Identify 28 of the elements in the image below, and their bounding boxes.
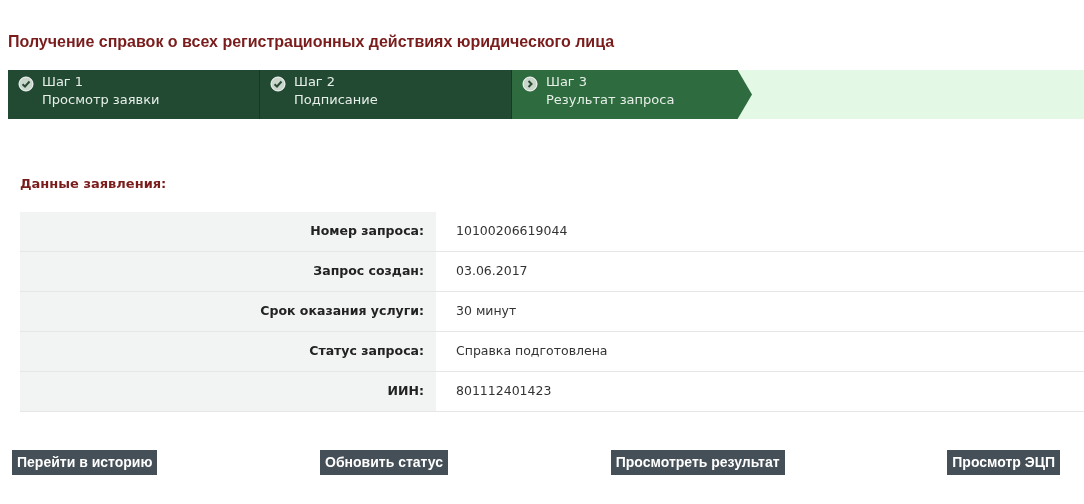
field-label: Номер запроса: — [310, 221, 424, 240]
check-icon — [270, 76, 286, 92]
wizard-step[interactable]: Шаг 3 Результат запроса — [512, 70, 752, 119]
check-icon — [18, 76, 34, 92]
step-label: Подписание — [294, 91, 378, 109]
page-title: Получение справок о всех регистрационных действиях юридического лица — [8, 32, 616, 52]
step-number: Шаг 2 — [294, 73, 337, 91]
field-value: 801112401423 — [456, 381, 552, 400]
step-number: Шаг 1 — [42, 73, 85, 91]
step-number: Шаг 3 — [546, 73, 589, 91]
field-value: 30 минут — [456, 301, 517, 320]
action-button[interactable]: Просмотр ЭЦП — [947, 449, 1060, 475]
field-label: Статус запроса: — [309, 341, 424, 360]
wizard-step[interactable]: Шаг 2 Подписание — [260, 70, 512, 119]
wizard-step[interactable]: Шаг 1 Просмотр заявки — [8, 70, 260, 119]
field-label: ИИН: — [387, 381, 424, 400]
section-title: Данные заявления: — [20, 175, 168, 193]
action-button[interactable]: Просмотреть результат — [610, 449, 785, 475]
action-button[interactable]: Обновить статус — [320, 449, 449, 475]
field-value: 10100206619044 — [456, 221, 568, 240]
field-label: Срок оказания услуги: — [260, 301, 424, 320]
arrow-right-icon — [522, 76, 538, 92]
field-value: 03.06.2017 — [456, 261, 528, 280]
field-value: Справка подготовлена — [456, 341, 608, 360]
field-label: Запрос создан: — [313, 261, 424, 280]
step-label: Просмотр заявки — [42, 91, 160, 109]
action-button[interactable]: Перейти в историю — [12, 449, 158, 475]
step-label: Результат запроса — [546, 91, 675, 109]
